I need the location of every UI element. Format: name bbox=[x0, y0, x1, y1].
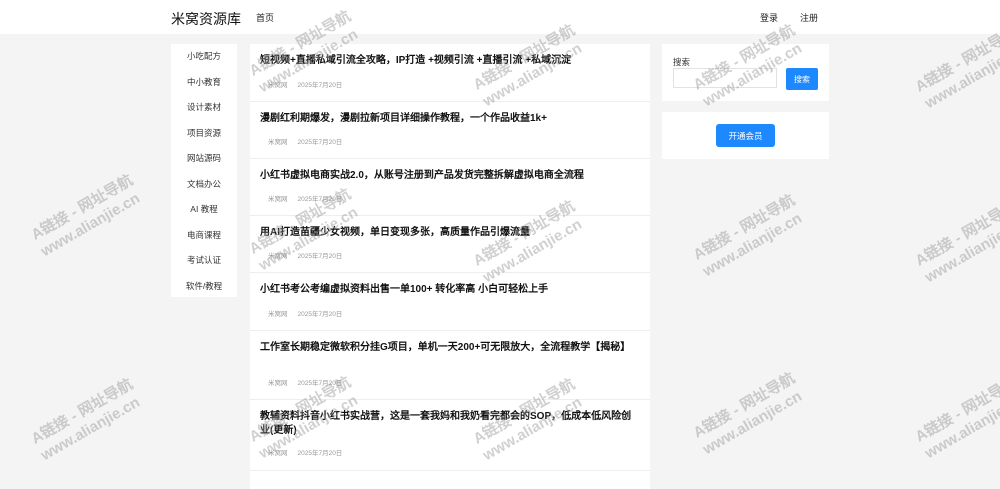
post-title[interactable]: 漫剧红利期爆发，漫剧拉新项目详细操作教程，一个作品收益1k+ bbox=[260, 112, 640, 126]
list-item: 用AI打造苗疆少女视频，单日变现多张，高质量作品引爆流量 米窝网 2025年7月2… bbox=[250, 216, 650, 273]
watermark-url: www.alianjie.cn bbox=[922, 389, 1000, 463]
post-meta: 米窝网 2025年7月20日 bbox=[268, 136, 342, 146]
watermark-line: A链接 - 网址导航 bbox=[690, 369, 798, 443]
watermark-line: A链接 - 网址导航 bbox=[28, 171, 136, 245]
list-item: 小红书虚拟电商实战2.0，从账号注册到产品发货完整拆解虚拟电商全流程 米窝网 20… bbox=[250, 159, 650, 216]
post-source: 米窝网 bbox=[268, 311, 288, 318]
post-meta: 米窝网 2025年7月20日 bbox=[268, 250, 342, 260]
login-link[interactable]: 登录 bbox=[760, 11, 778, 24]
top-navbar: 米窝资源库 首页 登录 注册 bbox=[0, 0, 1000, 34]
post-date: 2025年7月20日 bbox=[298, 253, 343, 260]
post-meta: 米窝网 2025年7月20日 bbox=[268, 447, 342, 457]
post-source: 米窝网 bbox=[268, 450, 288, 457]
post-date: 2025年7月20日 bbox=[298, 311, 343, 318]
list-item: 教辅资料抖音小红书实战营，这是一套我妈和我奶看完都会的SOP，低成本低风险创业(… bbox=[250, 400, 650, 471]
watermark-url: www.alianjie.cn bbox=[38, 391, 146, 465]
watermark-url: www.alianjie.cn bbox=[700, 385, 808, 459]
post-source: 米窝网 bbox=[268, 196, 288, 203]
list-item: 短视频+直播私域引流全攻略，IP打造 +视频引流 +直播引流 +私域沉淀 米窝网… bbox=[250, 44, 650, 102]
list-item: 小红书考公考编虚拟资料出售一单100+ 转化率高 小白可轻松上手 米窝网 2025… bbox=[250, 273, 650, 331]
sidebar-item-exam-certification[interactable]: 考试认证 bbox=[171, 248, 237, 274]
sidebar-item-snack-recipes[interactable]: 小吃配方 bbox=[171, 44, 237, 70]
post-title[interactable]: 短视频+直播私域引流全攻略，IP打造 +视频引流 +直播引流 +私域沉淀 bbox=[260, 54, 640, 68]
watermark: A链接 - 网址导航 www.alianjie.cn bbox=[912, 197, 1000, 287]
post-source: 米窝网 bbox=[268, 82, 288, 89]
search-input[interactable] bbox=[673, 68, 777, 88]
sidebar-item-project-resources[interactable]: 项目资源 bbox=[171, 121, 237, 147]
post-title[interactable]: 教辅资料抖音小红书实战营，这是一套我妈和我奶看完都会的SOP，低成本低风险创业(… bbox=[260, 410, 640, 438]
sidebar-item-office-docs[interactable]: 文档办公 bbox=[171, 172, 237, 198]
post-title[interactable]: 用AI打造苗疆少女视频，单日变现多张，高质量作品引爆流量 bbox=[260, 226, 640, 240]
sidebar-item-ecommerce-courses[interactable]: 电商课程 bbox=[171, 223, 237, 249]
watermark: A链接 - 网址导航 www.alianjie.cn bbox=[28, 171, 146, 261]
post-date: 2025年7月20日 bbox=[298, 380, 343, 387]
search-label: 搜索 bbox=[673, 56, 690, 68]
watermark-line: A链接 - 网址导航 bbox=[690, 191, 798, 265]
watermark-url: www.alianjie.cn bbox=[922, 39, 1000, 113]
post-title[interactable]: 工作室长期稳定微软积分挂G项目，单机一天200+可无限放大，全流程教学【揭秘】 bbox=[260, 341, 640, 355]
site-title[interactable]: 米窝资源库 bbox=[171, 9, 241, 29]
post-meta: 米窝网 2025年7月20日 bbox=[268, 377, 342, 387]
post-title[interactable]: 小红书考公考编虚拟资料出售一单100+ 转化率高 小白可轻松上手 bbox=[260, 283, 640, 297]
post-list: 短视频+直播私域引流全攻略，IP打造 +视频引流 +直播引流 +私域沉淀 米窝网… bbox=[250, 44, 650, 489]
sidebar-item-design-assets[interactable]: 设计素材 bbox=[171, 95, 237, 121]
post-source: 米窝网 bbox=[268, 139, 288, 146]
category-sidebar: 小吃配方 中小教育 设计素材 项目资源 网站源码 文档办公 AI 教程 电商课程… bbox=[171, 44, 237, 297]
post-date: 2025年7月20日 bbox=[298, 450, 343, 457]
membership-widget: 开通会员 bbox=[662, 112, 829, 159]
post-source: 米窝网 bbox=[268, 253, 288, 260]
list-item: 漫剧红利期爆发，漫剧拉新项目详细操作教程，一个作品收益1k+ 米窝网 2025年7… bbox=[250, 102, 650, 159]
post-date: 2025年7月20日 bbox=[298, 139, 343, 146]
sidebar-item-ai-tutorials[interactable]: AI 教程 bbox=[171, 197, 237, 223]
sidebar-item-k12-education[interactable]: 中小教育 bbox=[171, 70, 237, 96]
watermark: A链接 - 网址导航 www.alianjie.cn bbox=[28, 375, 146, 465]
post-title[interactable]: 小红书虚拟电商实战2.0，从账号注册到产品发货完整拆解虚拟电商全流程 bbox=[260, 169, 640, 183]
post-date: 2025年7月20日 bbox=[298, 196, 343, 203]
watermark-url: www.alianjie.cn bbox=[700, 207, 808, 281]
list-item: 工作室长期稳定微软积分挂G项目，单机一天200+可无限放大，全流程教学【揭秘】 … bbox=[250, 331, 650, 400]
register-link[interactable]: 注册 bbox=[800, 11, 818, 24]
list-item bbox=[250, 471, 650, 489]
sidebar-item-website-source[interactable]: 网站源码 bbox=[171, 146, 237, 172]
post-meta: 米窝网 2025年7月20日 bbox=[268, 193, 342, 203]
search-button[interactable]: 搜索 bbox=[786, 68, 818, 90]
watermark-url: www.alianjie.cn bbox=[38, 187, 146, 261]
watermark: A链接 - 网址导航 www.alianjie.cn bbox=[690, 369, 808, 459]
watermark: A链接 - 网址导航 www.alianjie.cn bbox=[912, 373, 1000, 463]
post-source: 米窝网 bbox=[268, 380, 288, 387]
watermark: A链接 - 网址导航 www.alianjie.cn bbox=[690, 191, 808, 281]
watermark-line: A链接 - 网址导航 bbox=[912, 373, 1000, 447]
watermark: A链接 - 网址导航 www.alianjie.cn bbox=[912, 23, 1000, 113]
sidebar-item-software-tutorials[interactable]: 软件/教程 bbox=[171, 274, 237, 300]
watermark-line: A链接 - 网址导航 bbox=[912, 197, 1000, 271]
search-widget: 搜索 搜索 bbox=[662, 44, 829, 101]
post-meta: 米窝网 2025年7月20日 bbox=[268, 308, 342, 318]
watermark-line: A链接 - 网址导航 bbox=[28, 375, 136, 449]
post-date: 2025年7月20日 bbox=[298, 82, 343, 89]
open-membership-button[interactable]: 开通会员 bbox=[716, 124, 775, 147]
watermark-url: www.alianjie.cn bbox=[922, 213, 1000, 287]
post-meta: 米窝网 2025年7月20日 bbox=[268, 79, 342, 89]
nav-home-link[interactable]: 首页 bbox=[256, 11, 274, 24]
